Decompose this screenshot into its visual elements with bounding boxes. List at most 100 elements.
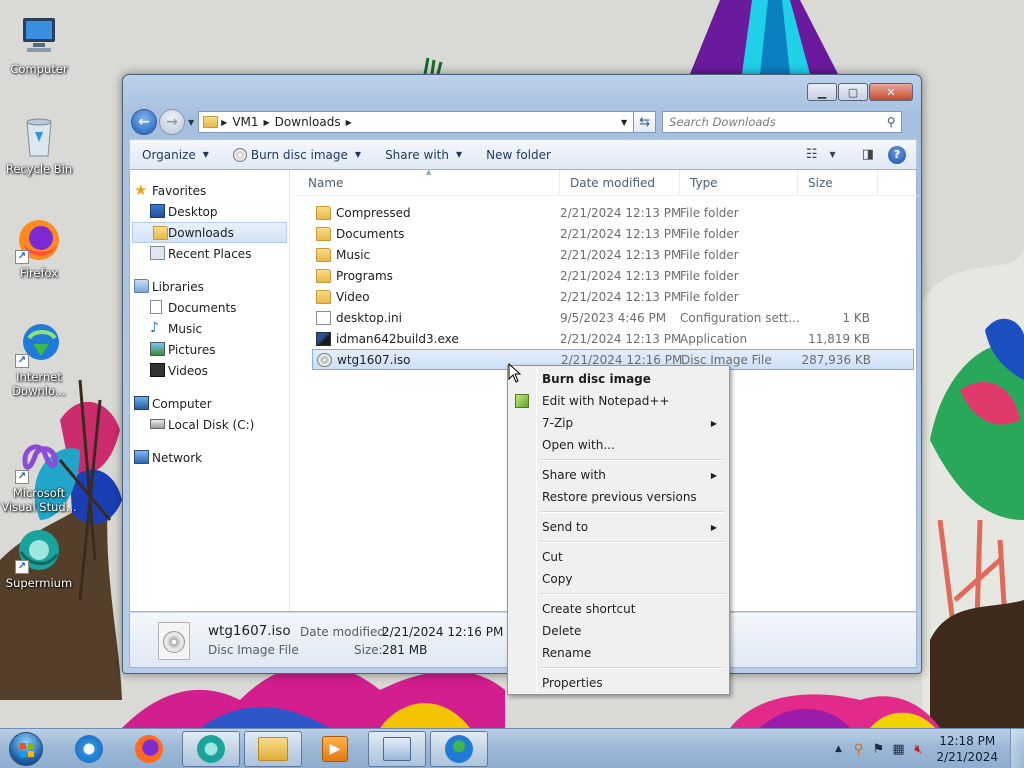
menu-item-delete[interactable]: Delete <box>510 620 727 642</box>
taskbar-supermium[interactable] <box>182 731 240 767</box>
taskbar-internet-download-manager[interactable] <box>430 731 488 767</box>
search-tray-icon[interactable]: ⚲ <box>850 741 866 757</box>
file-type: File folder <box>680 268 739 283</box>
menu-item-share-with[interactable]: Share with ▶ <box>510 464 727 486</box>
forward-button[interactable]: → <box>159 109 185 135</box>
file-row-documents[interactable]: Documents 2/21/2024 12:13 PM File folder <box>298 223 918 244</box>
file-row-compressed[interactable]: Compressed 2/21/2024 12:13 PM File folde… <box>298 202 918 223</box>
nav-downloads[interactable]: Downloads <box>132 222 287 243</box>
network-tray-icon[interactable]: ▦ <box>890 741 906 757</box>
breadcrumb-vm1[interactable]: VM1 <box>227 115 263 129</box>
mouse-cursor-icon <box>508 363 522 383</box>
column-header-size[interactable]: Size <box>798 170 878 195</box>
taskbar-windows-explorer[interactable] <box>244 731 302 767</box>
column-header-date-modified[interactable]: Date modified <box>560 170 680 195</box>
show-desktop-button[interactable] <box>1010 729 1024 768</box>
breadcrumb-downloads[interactable]: Downloads <box>270 115 346 129</box>
new-folder-button[interactable]: New folder <box>474 140 563 169</box>
menu-separator <box>540 508 727 516</box>
file-row-music[interactable]: Music 2/21/2024 12:13 PM File folder <box>298 244 918 265</box>
menu-item-create-shortcut[interactable]: Create shortcut <box>510 598 727 620</box>
help-icon[interactable]: ? <box>888 145 906 164</box>
disc-image-icon <box>158 622 190 660</box>
file-name: desktop.ini <box>336 310 402 325</box>
minimize-button[interactable]: ▁ <box>807 83 837 101</box>
menu-item-restore-previous-versions[interactable]: Restore previous versions <box>510 486 727 508</box>
recent-pages-dropdown[interactable]: ▼ <box>188 118 194 127</box>
column-header-type[interactable]: Type <box>680 170 798 195</box>
change-view-icon[interactable]: ☷ <box>800 147 824 162</box>
forward-arrow-icon: → <box>166 114 178 130</box>
folder-icon <box>316 268 331 283</box>
desktop-icon-internet-download-manager[interactable]: ↗ Internet Downlo... <box>0 320 78 398</box>
search-input[interactable] <box>663 115 882 129</box>
action-center-flag-icon[interactable]: ⚑ <box>870 741 886 757</box>
menu-item-copy[interactable]: Copy <box>510 568 727 590</box>
nav-music[interactable]: ♪ Music <box>130 318 289 339</box>
chevron-down-icon: ▼ <box>354 150 362 159</box>
breadcrumb-chevron-icon[interactable]: ▶ <box>346 118 352 127</box>
preview-pane-icon[interactable]: ◨ <box>856 147 880 162</box>
menu-item-edit-with-notepad[interactable]: Edit with Notepad++ <box>510 390 727 412</box>
nav-documents[interactable]: Documents <box>130 297 289 318</box>
menu-item-rename[interactable]: Rename <box>510 642 727 664</box>
menu-item-properties[interactable]: Properties <box>510 672 727 694</box>
menu-item-burn-disc-image[interactable]: Burn disc image <box>510 368 727 390</box>
refresh-icon: ⇆ <box>639 114 651 130</box>
file-type: File folder <box>680 247 739 262</box>
burn-label: Burn disc image <box>250 147 348 162</box>
desktop-icon-recycle-bin[interactable]: Recycle Bin <box>0 112 78 176</box>
maximize-button[interactable]: ▢ <box>838 83 868 101</box>
menu-item-open-with[interactable]: Open with... <box>510 434 727 456</box>
file-row-idman-exe[interactable]: idman642build3.exe 2/21/2024 12:13 PM Ap… <box>298 328 918 349</box>
nav-videos[interactable]: Videos <box>130 360 289 381</box>
file-type: Application <box>680 331 748 346</box>
file-name: Programs <box>336 268 393 283</box>
file-row-desktop-ini[interactable]: desktop.ini 9/5/2023 4:46 PM Configurati… <box>298 307 918 328</box>
nav-recent-places[interactable]: Recent Places <box>130 243 289 264</box>
desktop-icon-supermium[interactable]: ↗ Supermium <box>0 526 78 590</box>
desktop-icon-firefox[interactable]: ↗ Firefox <box>0 216 78 280</box>
search-icon[interactable]: ⚲ <box>881 115 901 129</box>
nav-favorites[interactable]: ★ Favorites <box>130 180 289 201</box>
folder-icon <box>316 289 331 304</box>
show-hidden-icons-icon[interactable]: ▲ <box>830 741 846 757</box>
file-row-programs[interactable]: Programs 2/21/2024 12:13 PM File folder <box>298 265 918 286</box>
desktop-icon-visual-studio[interactable]: ↗ Microsoft Visual Stud... <box>0 436 78 514</box>
details-file-type: Disc Image File <box>208 643 299 657</box>
refresh-button[interactable]: ⇆ <box>634 111 657 133</box>
organize-button[interactable]: Organize ▼ <box>130 140 221 169</box>
burn-disc-image-button[interactable]: Burn disc image ▼ <box>221 140 373 169</box>
details-date-value: 2/21/2024 12:16 PM <box>382 625 504 639</box>
nav-libraries[interactable]: Libraries <box>130 276 289 297</box>
back-button[interactable]: ← <box>131 109 157 135</box>
nav-local-disk[interactable]: Local Disk (C:) <box>130 414 289 435</box>
nav-network[interactable]: Network <box>130 447 289 468</box>
chevron-down-icon[interactable]: ▼ <box>824 150 842 159</box>
taskbar-control-panel[interactable] <box>368 731 426 767</box>
taskbar-internet-explorer[interactable] <box>60 731 118 767</box>
address-bar[interactable]: ▶ VM1 ▶ Downloads ▶ ▼ <box>198 111 635 133</box>
close-button[interactable]: ✕ <box>869 83 913 101</box>
menu-item-7zip[interactable]: 7-Zip ▶ <box>510 412 727 434</box>
computer-icon <box>15 12 63 60</box>
taskbar-media-player[interactable]: ▶ <box>306 731 364 767</box>
nav-computer[interactable]: Computer <box>130 393 289 414</box>
start-button[interactable] <box>4 729 48 768</box>
taskbar-firefox[interactable] <box>120 731 178 767</box>
sort-ascending-icon: ▲ <box>426 168 432 176</box>
file-row-video[interactable]: Video 2/21/2024 12:13 PM File folder <box>298 286 918 307</box>
share-with-button[interactable]: Share with ▼ <box>373 140 474 169</box>
menu-item-send-to[interactable]: Send to ▶ <box>510 516 727 538</box>
desktop-icon-computer[interactable]: Computer <box>0 12 78 76</box>
search-box[interactable]: ⚲ <box>662 111 903 133</box>
address-dropdown-icon[interactable]: ▼ <box>615 118 633 127</box>
nav-pictures[interactable]: Pictures <box>130 339 289 360</box>
file-date: 2/21/2024 12:13 PM <box>560 331 682 346</box>
column-headers: ▲ Name Date modified Type Size <box>298 168 918 196</box>
nav-desktop[interactable]: Desktop <box>130 201 289 222</box>
clock[interactable]: 12:18 PM 2/21/2024 <box>928 733 1010 765</box>
volume-muted-icon[interactable]: 🔇︎ <box>910 741 926 757</box>
details-size-value: 281 MB <box>382 643 428 657</box>
menu-item-cut[interactable]: Cut <box>510 546 727 568</box>
